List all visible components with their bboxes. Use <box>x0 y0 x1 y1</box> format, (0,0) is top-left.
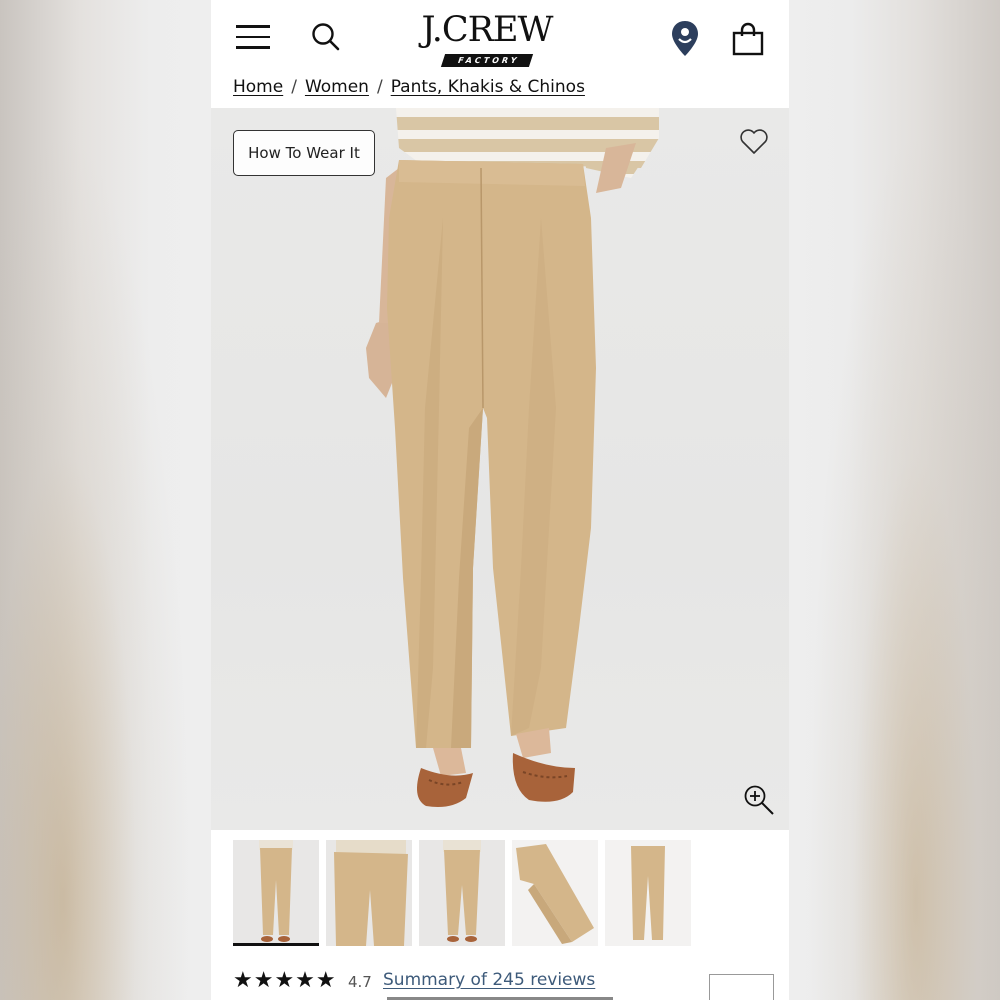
size-selector-box[interactable] <box>709 974 774 1000</box>
zoom-in-icon[interactable] <box>743 784 775 816</box>
menu-icon[interactable] <box>236 25 270 49</box>
background-blur-right <box>789 0 1000 1000</box>
background-blur-left <box>0 0 211 1000</box>
breadcrumb-separator: / <box>291 77 297 97</box>
thumbnail-flat-lay[interactable] <box>605 840 691 946</box>
thumbnail-front[interactable] <box>233 840 319 946</box>
rating-value: 4.7 <box>348 973 372 991</box>
logo-text: J.CREW <box>421 10 553 50</box>
mobile-page: J.CREW FACTORY Home / Women / Pants, Khakis … <box>211 0 789 1000</box>
rating-row: ★★★★★ 4.7 Summary of 245 reviews <box>233 968 753 998</box>
location-icon[interactable] <box>671 20 699 58</box>
thumbnail-folded[interactable] <box>512 840 598 946</box>
logo-subtext: FACTORY <box>440 54 534 67</box>
breadcrumb-women[interactable]: Women <box>305 77 369 97</box>
thumbnail-back[interactable] <box>419 840 505 946</box>
breadcrumb-pants[interactable]: Pants, Khakis & Chinos <box>391 77 585 97</box>
heart-icon[interactable] <box>739 128 769 156</box>
breadcrumb: Home / Women / Pants, Khakis & Chinos <box>211 72 789 108</box>
model-wearing-pants-image <box>366 108 659 807</box>
jcrew-factory-logo[interactable]: J.CREW FACTORY <box>416 10 558 67</box>
breadcrumb-home[interactable]: Home <box>233 77 283 97</box>
star-rating: ★★★★★ <box>233 968 337 993</box>
thumbnail-closeup[interactable] <box>326 840 412 946</box>
breadcrumb-separator: / <box>376 77 383 97</box>
shopping-bag-icon[interactable] <box>731 22 765 56</box>
search-icon[interactable] <box>311 22 341 52</box>
site-header: J.CREW FACTORY <box>211 0 789 80</box>
how-to-wear-button[interactable]: How To Wear It <box>233 130 375 176</box>
product-main-image[interactable]: How To Wear It <box>211 108 789 830</box>
reviews-summary-link[interactable]: Summary of 245 reviews <box>383 970 595 990</box>
thumbnail-strip <box>233 840 773 948</box>
